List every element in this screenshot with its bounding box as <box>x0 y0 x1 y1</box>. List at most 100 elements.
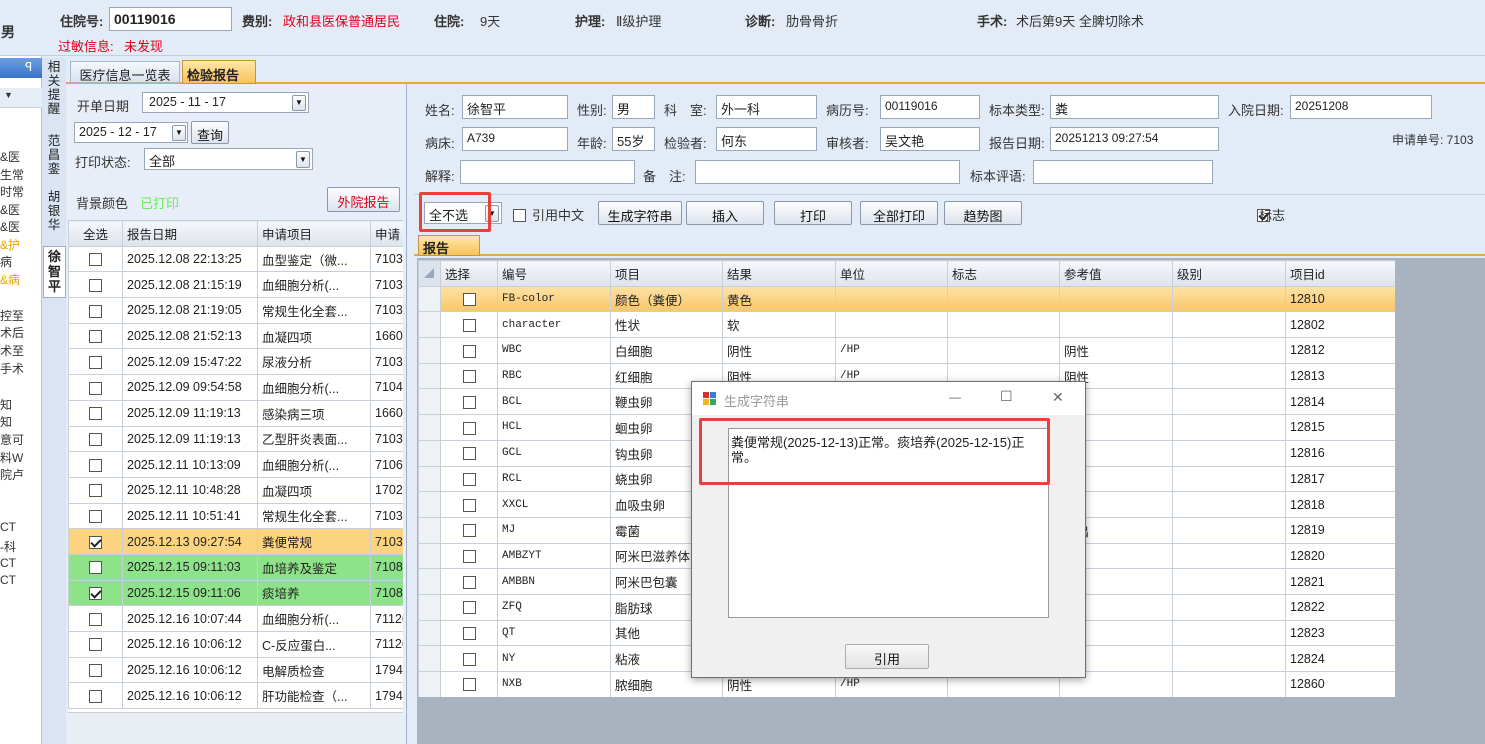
row-checkbox[interactable] <box>89 484 102 498</box>
left-strip-item[interactable]: 院卢 <box>0 466 24 483</box>
col-apply-item[interactable]: 申请项目 <box>257 220 371 247</box>
row-checkbox[interactable] <box>89 689 102 703</box>
date-to-dropdown[interactable]: ▼ <box>172 125 186 141</box>
table-row[interactable]: FB-color 颜色（粪便） 黄色 12810 <box>418 285 1395 313</box>
row-checkbox[interactable] <box>462 601 476 615</box>
row-checkbox[interactable] <box>89 561 102 575</box>
table-row[interactable]: 2025.12.16 10:07:44血细胞分析(...71126 <box>68 605 403 632</box>
vtab-patient-xu[interactable]: 徐智平 <box>43 246 66 298</box>
row-checkbox[interactable] <box>462 447 476 461</box>
row-checkbox[interactable] <box>462 498 476 512</box>
table-row[interactable]: 2025.12.16 10:06:12肝功能检查（...17942 <box>68 682 403 710</box>
col-select-all[interactable]: 全选 <box>68 220 123 247</box>
row-select-cell[interactable] <box>440 671 498 697</box>
row-select-cell[interactable] <box>440 645 498 672</box>
row-checkbox[interactable] <box>89 278 102 292</box>
row-checkbox-cell[interactable] <box>68 528 123 555</box>
row-checkbox-cell[interactable] <box>68 656 123 684</box>
row-select-cell[interactable] <box>440 542 498 570</box>
cite-chinese-checkbox[interactable] <box>513 209 526 223</box>
row-checkbox[interactable] <box>89 638 102 652</box>
col-item[interactable]: 项目 <box>610 260 723 287</box>
row-checkbox-cell[interactable] <box>68 579 123 607</box>
row-select-cell[interactable] <box>440 516 498 544</box>
left-strip-item[interactable]: CT <box>0 520 16 534</box>
left-strip-item[interactable]: &医 <box>0 201 20 218</box>
row-checkbox[interactable] <box>89 330 102 344</box>
table-row[interactable]: 2025.12.11 10:51:41常规生化全套...71039 <box>68 502 403 530</box>
table-row[interactable]: 2025.12.09 15:47:22尿液分析71039 <box>68 348 403 376</box>
table-row[interactable]: 2025.12.09 11:19:13乙型肝炎表面...71039 <box>68 425 403 453</box>
row-checkbox[interactable] <box>89 510 102 523</box>
col-select[interactable]: 选择 <box>440 260 498 287</box>
row-checkbox[interactable] <box>462 524 476 538</box>
col-reference[interactable]: 参考值 <box>1059 260 1173 287</box>
row-checkbox[interactable] <box>89 458 102 472</box>
left-strip-item[interactable]: 料W <box>0 449 23 466</box>
table-row[interactable]: 2025.12.11 10:48:28血凝四项17027 <box>68 476 403 504</box>
col-item-id[interactable]: 项目id <box>1285 260 1395 287</box>
row-checkbox-cell[interactable] <box>68 322 123 350</box>
row-checkbox-cell[interactable] <box>68 476 123 504</box>
table-row[interactable]: 2025.12.08 22:13:25血型鉴定（微...71039 <box>68 245 403 273</box>
row-select-cell[interactable] <box>440 568 498 595</box>
row-checkbox-cell[interactable] <box>68 374 123 401</box>
left-strip-item[interactable]: 时常 <box>0 183 24 200</box>
row-checkbox-cell[interactable] <box>68 348 123 376</box>
table-row[interactable]: 2025.12.09 11:19:13感染病三项16604 <box>68 399 403 427</box>
print-all-button[interactable]: 全部打印 <box>860 201 938 225</box>
tab-lab-report[interactable]: 检验报告 <box>182 60 256 84</box>
date-to-picker[interactable]: 2025 - 12 - 17 <box>74 122 188 143</box>
cite-button[interactable]: 引用 <box>845 644 929 669</box>
print-status-select[interactable]: 全部 <box>144 148 313 170</box>
left-strip-item[interactable]: &医 <box>0 218 20 235</box>
row-checkbox[interactable] <box>462 627 476 641</box>
table-row[interactable]: 2025.12.13 09:27:54粪便常规71039 <box>68 528 403 555</box>
left-strip-item[interactable]: 术后 <box>0 324 24 341</box>
print-button[interactable]: 打印 <box>774 201 852 225</box>
generate-string-button[interactable]: 生成字符串 <box>598 201 682 225</box>
row-checkbox[interactable] <box>89 587 102 601</box>
row-checkbox[interactable] <box>462 472 476 486</box>
row-checkbox[interactable] <box>462 421 476 435</box>
pin-icon[interactable]: ꟼ <box>25 60 32 74</box>
col-result[interactable]: 结果 <box>722 260 836 287</box>
table-row[interactable]: character 性状软 12802 <box>418 311 1395 339</box>
left-strip-item[interactable]: 知 <box>0 396 12 413</box>
maximize-icon[interactable]: ☐ <box>1000 388 1013 405</box>
left-strip-item[interactable]: 病 <box>0 253 12 270</box>
table-row[interactable]: 2025.12.15 09:11:06痰培养71081 <box>68 579 403 607</box>
date-from-picker[interactable]: 2025 - 11 - 17 <box>142 92 309 113</box>
row-select-cell[interactable] <box>440 362 498 390</box>
minimize-icon[interactable]: — <box>949 390 961 404</box>
row-select-cell[interactable] <box>440 593 498 621</box>
dialog-text-area[interactable]: 粪便常规(2025-12-13)正常。痰培养(2025-12-15)正常。 <box>728 428 1049 618</box>
row-checkbox[interactable] <box>462 344 476 358</box>
left-strip-item[interactable]: -科 <box>0 538 16 555</box>
table-row[interactable]: 2025.12.09 09:54:58血细胞分析(...71044 <box>68 374 403 401</box>
left-strip-item[interactable]: 意可 <box>0 431 24 448</box>
row-checkbox[interactable] <box>462 370 476 384</box>
print-status-dropdown[interactable]: ▼ <box>296 151 310 168</box>
result-cell[interactable]: 阴性 <box>722 337 836 364</box>
row-select-cell[interactable] <box>440 337 498 364</box>
row-checkbox[interactable] <box>462 293 476 307</box>
row-select-cell[interactable] <box>440 311 498 339</box>
row-checkbox-cell[interactable] <box>68 245 123 273</box>
row-select-cell[interactable] <box>440 491 498 518</box>
left-strip-item[interactable]: 控至 <box>0 307 24 324</box>
insert-button[interactable]: 插入 <box>686 201 764 225</box>
col-report-date[interactable]: 报告日期 <box>122 220 258 247</box>
row-checkbox-cell[interactable] <box>68 451 123 478</box>
col-apply-no[interactable]: 申请 <box>370 220 403 247</box>
row-select-cell[interactable] <box>440 414 498 441</box>
row-checkbox[interactable] <box>462 575 476 589</box>
left-strip-item[interactable]: &护 <box>0 236 20 253</box>
row-checkbox[interactable] <box>89 355 102 369</box>
row-checkbox[interactable] <box>462 318 476 332</box>
left-strip-item[interactable]: CT <box>0 556 16 570</box>
remark-field[interactable] <box>695 160 960 184</box>
left-strip-item[interactable]: &医 <box>0 148 20 165</box>
result-cell[interactable]: 软 <box>722 311 836 339</box>
row-select-cell[interactable] <box>440 439 498 467</box>
